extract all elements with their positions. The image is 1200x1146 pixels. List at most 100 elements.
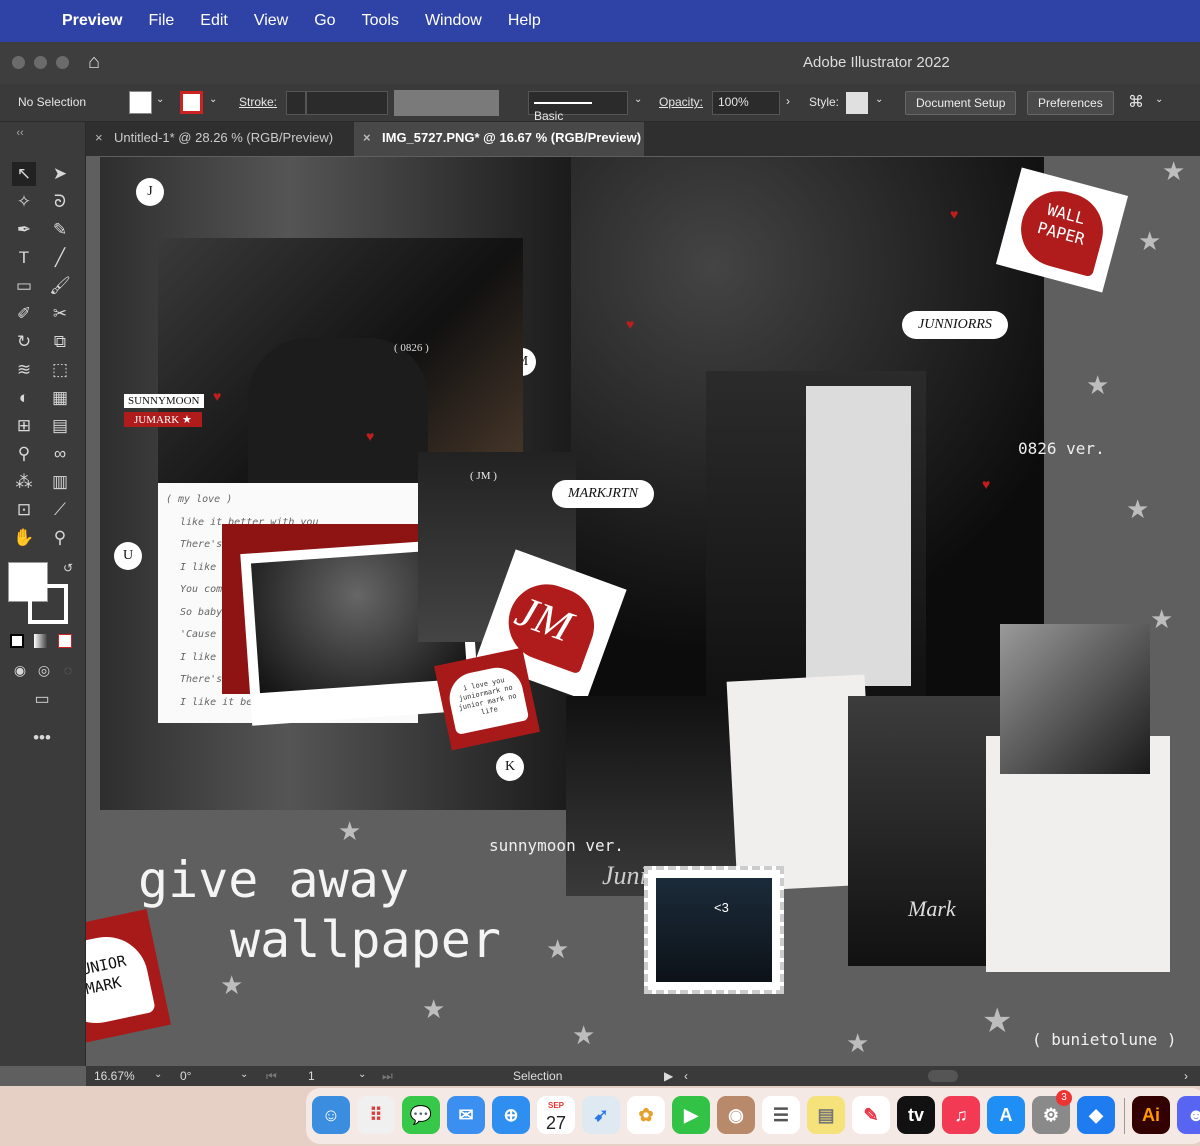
eyedropper-tool-icon[interactable]: ⚲	[12, 442, 36, 466]
close-tab-icon[interactable]: ×	[363, 122, 371, 154]
home-icon[interactable]: ⌂	[88, 51, 100, 74]
scale-tool-icon[interactable]: ⧉	[48, 330, 72, 354]
graphic-style-swatch[interactable]	[846, 92, 868, 114]
facetime-icon[interactable]: ▶	[672, 1096, 710, 1134]
zoom-tool-icon[interactable]: ⚲	[48, 526, 72, 550]
menu-app-name[interactable]: Preview	[62, 12, 122, 30]
slice-tool-icon[interactable]: ⟋	[48, 498, 72, 522]
warp-tool-icon[interactable]: ≋	[12, 358, 36, 382]
menu-window[interactable]: Window	[425, 12, 482, 30]
roblox-icon[interactable]: ◆	[1077, 1096, 1115, 1134]
line-tool-icon[interactable]: ╱	[48, 246, 72, 270]
menu-go[interactable]: Go	[314, 12, 335, 30]
tab-img-5727[interactable]: × IMG_5727.PNG* @ 16.67 % (RGB/Preview)	[354, 122, 644, 156]
gradient-tool-icon[interactable]: ▤	[48, 414, 72, 438]
app-store-icon[interactable]: A	[987, 1096, 1025, 1134]
fill-dropdown-icon[interactable]: ⌄	[156, 94, 164, 105]
magic-wand-tool-icon[interactable]: ✧	[12, 190, 36, 214]
type-tool-icon[interactable]: T	[12, 246, 36, 270]
draw-normal-icon[interactable]: ◉	[8, 658, 32, 682]
finder-icon[interactable]: ☺	[312, 1096, 350, 1134]
stroke-swatch[interactable]	[180, 91, 203, 114]
artboard-tool-icon[interactable]: ⊡	[12, 498, 36, 522]
scroll-left-icon[interactable]: ‹	[684, 1069, 688, 1083]
menu-edit[interactable]: Edit	[200, 12, 228, 30]
opacity-arrow-icon[interactable]: ›	[786, 94, 790, 108]
mail-icon[interactable]: ✉	[447, 1096, 485, 1134]
curvature-tool-icon[interactable]: ✎	[48, 218, 72, 242]
symbol-sprayer-tool-icon[interactable]: ⁂	[12, 470, 36, 494]
gradient-mode-icon[interactable]	[34, 634, 48, 648]
zoom-window-button[interactable]	[56, 56, 69, 69]
rotation-value[interactable]: 0°	[180, 1069, 191, 1083]
first-artboard-icon[interactable]: ⏮	[266, 1069, 277, 1084]
maps-icon[interactable]: ➹	[582, 1096, 620, 1134]
rotate-tool-icon[interactable]: ↻	[12, 330, 36, 354]
menu-help[interactable]: Help	[508, 12, 541, 30]
status-menu-arrow-icon[interactable]: ▶	[664, 1069, 673, 1083]
rotation-dropdown-icon[interactable]: ⌄	[240, 1069, 248, 1080]
opacity-input[interactable]: 100%	[712, 91, 780, 115]
shaper-tool-icon[interactable]: ✐	[12, 302, 36, 326]
freeform-icon[interactable]: ✎	[852, 1096, 890, 1134]
zoom-dropdown-icon[interactable]: ⌄	[154, 1069, 162, 1080]
brush-definition-select[interactable]: Basic	[528, 91, 628, 123]
draw-behind-icon[interactable]: ◎	[32, 658, 56, 682]
paintbrush-tool-icon[interactable]: 🖌	[48, 274, 72, 298]
discord-icon[interactable]: ☻	[1177, 1096, 1200, 1134]
arrange-dropdown-icon[interactable]: ⌄	[1155, 94, 1163, 105]
lasso-tool-icon[interactable]: ᘐ	[48, 190, 72, 214]
notes-icon[interactable]: ▤	[807, 1096, 845, 1134]
photos-icon[interactable]: ✿	[627, 1096, 665, 1134]
tab-untitled[interactable]: × Untitled-1* @ 28.26 % (RGB/Preview)	[86, 122, 354, 156]
stroke-label[interactable]: Stroke:	[239, 95, 277, 109]
screen-mode-icon[interactable]: ▭	[30, 688, 54, 712]
stroke-weight-stepper[interactable]	[286, 91, 306, 115]
direct-selection-tool-icon[interactable]: ➤	[48, 162, 72, 186]
menu-file[interactable]: File	[148, 12, 174, 30]
apple-tv-icon[interactable]: tv	[897, 1096, 935, 1134]
brush-dropdown-icon[interactable]: ⌄	[634, 94, 642, 105]
scroll-right-icon[interactable]: ›	[1184, 1069, 1188, 1083]
selection-tool-icon[interactable]: ↖	[12, 162, 36, 186]
style-dropdown-icon[interactable]: ⌄	[875, 94, 883, 105]
scissors-tool-icon[interactable]: ✂	[48, 302, 72, 326]
fill-swatch[interactable]	[129, 91, 152, 114]
music-icon[interactable]: ♫	[942, 1096, 980, 1134]
color-mode-icon[interactable]	[10, 634, 24, 648]
illustrator-icon[interactable]: Ai	[1132, 1096, 1170, 1134]
column-graph-tool-icon[interactable]: ▥	[48, 470, 72, 494]
horizontal-scrollbar-thumb[interactable]	[928, 1070, 958, 1082]
calendar-icon[interactable]: SEP 27	[537, 1096, 575, 1134]
variable-width-profile[interactable]	[394, 90, 499, 116]
messages-icon[interactable]: 💬	[402, 1096, 440, 1134]
document-setup-button[interactable]: Document Setup	[905, 91, 1017, 115]
artboard-number[interactable]: 1	[308, 1069, 315, 1083]
last-artboard-icon[interactable]: ⏭	[382, 1069, 393, 1084]
zoom-level[interactable]: 16.67%	[94, 1069, 135, 1083]
menu-tools[interactable]: Tools	[362, 12, 399, 30]
perspective-grid-tool-icon[interactable]: ▦	[48, 386, 72, 410]
close-window-button[interactable]	[12, 56, 25, 69]
stroke-color-box[interactable]	[28, 584, 68, 624]
free-transform-tool-icon[interactable]: ⬚	[48, 358, 72, 382]
stroke-weight-input[interactable]	[306, 91, 388, 115]
launchpad-icon[interactable]: ⠿	[357, 1096, 395, 1134]
stroke-dropdown-icon[interactable]: ⌄	[209, 94, 217, 105]
blend-tool-icon[interactable]: ∞	[48, 442, 72, 466]
artboard-dropdown-icon[interactable]: ⌄	[358, 1069, 366, 1080]
safari-icon[interactable]: ⊕	[492, 1096, 530, 1134]
collapse-panel-icon[interactable]: ‹‹	[8, 121, 32, 145]
menu-view[interactable]: View	[254, 12, 288, 30]
close-tab-icon[interactable]: ×	[95, 122, 103, 154]
contacts-icon[interactable]: ◉	[717, 1096, 755, 1134]
more-tools-icon[interactable]: •••	[30, 726, 54, 750]
rectangle-tool-icon[interactable]: ▭	[12, 274, 36, 298]
reminders-icon[interactable]: ☰	[762, 1096, 800, 1134]
preferences-button[interactable]: Preferences	[1027, 91, 1114, 115]
none-mode-icon[interactable]	[58, 634, 72, 648]
swap-colors-icon[interactable]: ↺	[56, 556, 80, 580]
minimize-window-button[interactable]	[34, 56, 47, 69]
shape-builder-tool-icon[interactable]: ◐	[12, 386, 36, 410]
pen-tool-icon[interactable]: ✒	[12, 218, 36, 242]
